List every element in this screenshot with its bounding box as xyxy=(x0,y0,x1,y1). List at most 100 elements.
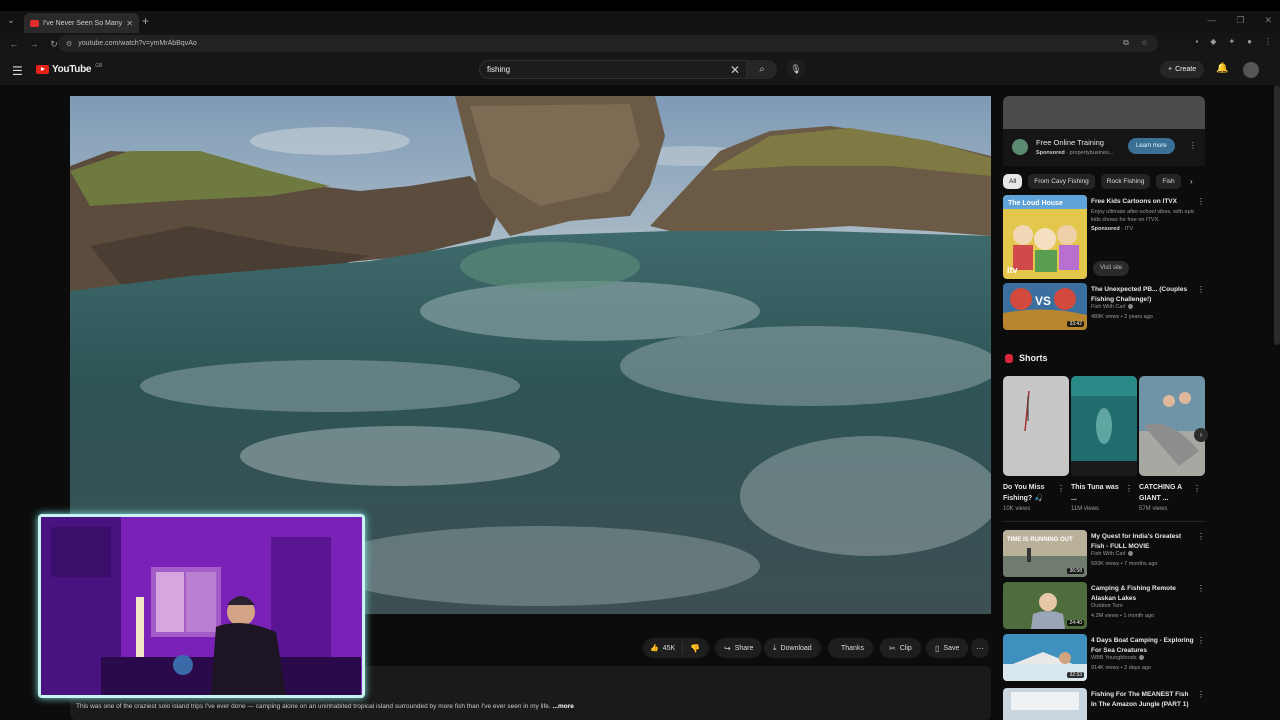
short-card[interactable]: Do You Miss Fishing? 🎣 10K views ⋮ xyxy=(1003,376,1069,512)
create-label: Create xyxy=(1175,66,1197,73)
menu-icon[interactable]: ⋮ xyxy=(1264,37,1272,46)
thumbs-up-icon: 👍 xyxy=(650,645,659,652)
visit-site-button[interactable]: Visit site xyxy=(1093,261,1130,276)
thanks-button[interactable]: Thanks xyxy=(828,638,873,658)
video-title[interactable]: 4 Days Boat Camping - Exploring For Sea … xyxy=(1091,636,1195,656)
dislike-button[interactable]: 👎 xyxy=(683,644,700,653)
video-title[interactable]: My Quest for India's Greatest Fish - FUL… xyxy=(1091,532,1195,552)
short-menu-icon[interactable]: ⋮ xyxy=(1193,484,1201,493)
video-duration: 33:42 xyxy=(1067,321,1084,327)
page-scrollbar[interactable] xyxy=(1274,85,1280,345)
learn-more-button[interactable]: Learn more xyxy=(1128,138,1175,154)
channel-name[interactable]: Outdoor Tom xyxy=(1091,603,1123,609)
more-actions-button[interactable]: ⋯ xyxy=(971,638,989,658)
sidebar: Free Online Training Sponsored · propert… xyxy=(1003,85,1208,720)
create-button[interactable]: + Create xyxy=(1160,61,1205,78)
short-thumbnail[interactable] xyxy=(1071,376,1137,476)
close-window-icon[interactable]: ✕ xyxy=(1264,15,1272,26)
video-menu-icon[interactable]: ⋮ xyxy=(1197,285,1205,294)
description-text[interactable]: This was one of the craziest solo island… xyxy=(76,703,574,710)
chip-all[interactable]: All xyxy=(1003,174,1023,189)
search-button[interactable]: ⌕ xyxy=(747,60,777,79)
description-more-link[interactable]: ...more xyxy=(553,703,574,710)
ad-sponsor-line: Sponsored · propertybusines... xyxy=(1036,150,1113,156)
search-query: fishing xyxy=(487,65,511,74)
ad-title: Free Online Training xyxy=(1036,138,1104,147)
hamburger-menu-icon[interactable]: ☰ xyxy=(12,64,23,78)
ad-video-title[interactable]: Free Kids Cartoons on ITVX xyxy=(1091,197,1195,207)
short-menu-icon[interactable]: ⋮ xyxy=(1057,484,1065,493)
recommended-video[interactable]: Fishing For The MEANEST Fish In The Amaz… xyxy=(1003,688,1205,720)
share-button[interactable]: ↪ Share xyxy=(715,638,763,658)
site-info-icon[interactable]: ⚙ xyxy=(66,40,72,48)
back-icon[interactable]: ← xyxy=(6,39,22,49)
video-thumbnail[interactable]: VS 33:42 xyxy=(1003,283,1087,330)
install-app-icon[interactable]: ⧉ xyxy=(1123,38,1129,48)
new-tab-icon[interactable]: + xyxy=(142,14,149,28)
ad-menu-icon[interactable]: ⋮ xyxy=(1189,141,1197,150)
video-thumbnail[interactable]: 24:40 xyxy=(1003,582,1087,629)
video-title[interactable]: Fishing For The MEANEST Fish In The Amaz… xyxy=(1091,690,1195,710)
short-menu-icon[interactable]: ⋮ xyxy=(1125,484,1133,493)
chip-fish[interactable]: Fish xyxy=(1156,174,1181,189)
restore-icon[interactable]: ❐ xyxy=(1236,15,1244,26)
ad-thumb-text: The Loud House xyxy=(1008,200,1063,207)
video-title[interactable]: The Unexpected PB... (Couples Fishing Ch… xyxy=(1091,285,1195,305)
like-button[interactable]: 👍 45K xyxy=(643,642,684,654)
forward-icon[interactable]: → xyxy=(26,39,42,49)
bookmark-icon: ▯ xyxy=(935,643,940,653)
short-card[interactable]: CATCHING A GIANT ... 57M views ⋮ xyxy=(1139,376,1205,512)
channel-name[interactable]: WBB Youngbloods xyxy=(1091,655,1144,661)
video-menu-icon[interactable]: ⋮ xyxy=(1197,584,1205,593)
short-thumbnail[interactable] xyxy=(1003,376,1069,476)
recommended-video[interactable]: TIME IS RUNNING OUT 36:58 My Quest for I… xyxy=(1003,530,1205,577)
shield-icon[interactable]: ◆ xyxy=(1210,37,1216,46)
ad-banner-image[interactable] xyxy=(1003,96,1205,129)
ad-video-card[interactable]: The Loud House itv Free Kids Cartoons on… xyxy=(1003,195,1205,279)
search-icon: ⌕ xyxy=(759,64,765,75)
notifications-bell-icon[interactable]: 🔔 xyxy=(1216,63,1228,74)
ad-video-menu-icon[interactable]: ⋮ xyxy=(1197,197,1205,206)
watch-page: This was one of the craziest solo island… xyxy=(0,85,1280,720)
profile-icon[interactable]: ● xyxy=(1247,37,1252,46)
save-button[interactable]: ▯ Save xyxy=(926,638,969,658)
minimize-icon[interactable]: — xyxy=(1207,15,1216,26)
video-thumbnail[interactable]: 32:33 xyxy=(1003,634,1087,681)
chip-rock-fishing[interactable]: Rock Fishing xyxy=(1100,174,1151,189)
video-menu-icon[interactable]: ⋮ xyxy=(1197,636,1205,645)
clear-search-icon[interactable]: ✕ xyxy=(730,63,740,77)
extension-icon[interactable]: ▪ xyxy=(1195,37,1198,46)
chevron-right-icon[interactable]: › xyxy=(1190,177,1193,186)
short-thumbnail[interactable] xyxy=(1139,376,1205,476)
recommended-video[interactable]: VS 33:42 The Unexpected PB... (Couples F… xyxy=(1003,283,1205,330)
youtube-favicon-icon xyxy=(30,19,39,27)
shorts-next-icon[interactable]: › xyxy=(1194,428,1208,442)
short-card[interactable]: This Tuna was ... 11M views ⋮ xyxy=(1071,376,1137,512)
video-menu-icon[interactable]: ⋮ xyxy=(1197,532,1205,541)
channel-name[interactable]: Fish With Carl xyxy=(1091,551,1133,557)
video-thumbnail[interactable]: TIME IS RUNNING OUT 36:58 xyxy=(1003,530,1087,577)
bookmark-star-icon[interactable]: ☆ xyxy=(1141,38,1148,48)
video-menu-icon[interactable]: ⋮ xyxy=(1197,690,1205,699)
clip-button[interactable]: ✂ Clip xyxy=(880,638,921,658)
sponsored-ad[interactable]: Free Online Training Sponsored · propert… xyxy=(1003,129,1205,166)
download-button[interactable]: ⤓ Download xyxy=(764,638,821,658)
account-avatar[interactable] xyxy=(1243,62,1259,78)
voice-search-button[interactable]: 🎙 xyxy=(786,60,806,79)
browser-tabstrip: ⌄ I've Never Seen So Many F... ✕ + — ❐ ✕ xyxy=(0,0,1280,33)
recommended-video[interactable]: 24:40 Camping & Fishing Remote Alaskan L… xyxy=(1003,582,1205,629)
ad-video-thumbnail[interactable]: The Loud House itv xyxy=(1003,195,1087,279)
close-tab-icon[interactable]: ✕ xyxy=(126,19,133,28)
video-thumbnail[interactable] xyxy=(1003,688,1087,720)
chip-cavy-fishing[interactable]: From Cavy Fishing xyxy=(1028,174,1095,189)
browser-tab[interactable]: I've Never Seen So Many F... ✕ xyxy=(24,13,139,33)
youtube-logo[interactable]: YouTube GB xyxy=(36,63,102,75)
recommended-video[interactable]: 32:33 4 Days Boat Camping - Exploring Fo… xyxy=(1003,634,1205,681)
address-bar[interactable]: ⚙ youtube.com/watch?v=ymMrAbBqvAo ⧉ ☆ xyxy=(58,35,1158,52)
video-title[interactable]: Camping & Fishing Remote Alaskan Lakes xyxy=(1091,584,1195,604)
tab-search-icon[interactable]: ⌄ xyxy=(4,15,18,29)
channel-name[interactable]: Fish With Carl xyxy=(1091,304,1133,310)
search-input[interactable]: fishing ✕ xyxy=(479,60,747,79)
puzzle-icon[interactable]: ✦ xyxy=(1228,37,1235,46)
download-icon: ⤓ xyxy=(773,643,777,652)
